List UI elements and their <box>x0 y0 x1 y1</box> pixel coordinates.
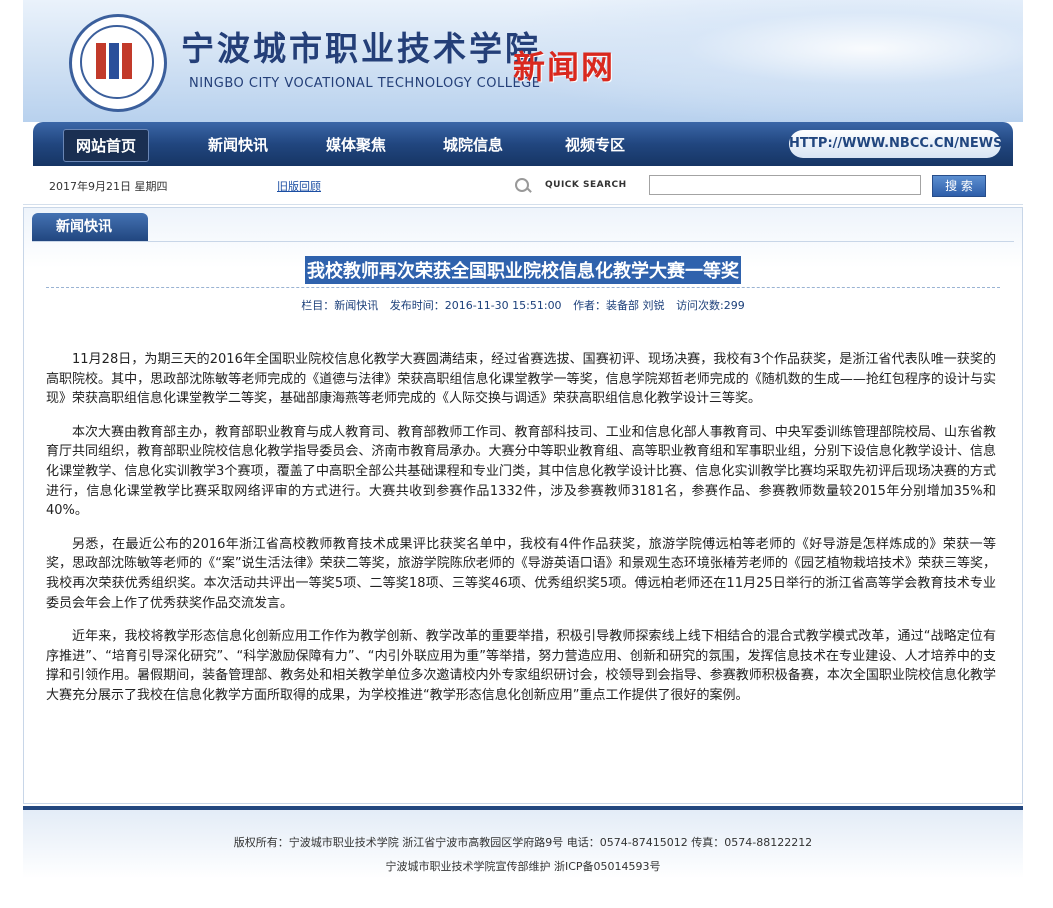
school-name-en: NINGBO CITY VOCATIONAL TECHNOLOGY COLLEG… <box>189 76 541 91</box>
school-name-cn: 宁波城市职业技术学院 <box>181 29 541 68</box>
panel-divider <box>32 241 1014 242</box>
quick-search-label: QUICK SEARCH <box>545 180 627 190</box>
title-divider <box>46 287 1000 288</box>
search-input[interactable] <box>649 175 921 195</box>
meta-published: 发布时间：2016-11-30 15:51:00 <box>389 299 562 312</box>
article-title-row: 我校教师再次荣获全国职业院校信息化教学大赛一等奖 <box>24 256 1022 284</box>
article-meta: 栏目：新闻快讯 发布时间：2016-11-30 15:51:00 作者：装备部 … <box>24 297 1022 313</box>
footer-maintainer: 宁波城市职业技术学院宣传部维护 浙ICP备05014593号 <box>385 860 661 873</box>
meta-column: 栏目：新闻快讯 <box>301 299 379 312</box>
nav-video-zone[interactable]: 视频专区 <box>565 134 625 155</box>
meta-views: 访问次数:299 <box>676 299 745 312</box>
article-title: 我校教师再次荣获全国职业院校信息化教学大赛一等奖 <box>305 256 741 284</box>
nav-campus-info[interactable]: 城院信息 <box>443 134 503 155</box>
article-body: 11月28日，为期三天的2016年全国职业院校信息化教学大赛圆满结束，经过省赛选… <box>46 350 996 720</box>
site-url-badge[interactable]: HTTP://WWW.NBCC.CN/NEWS <box>789 130 1002 158</box>
current-date: 2017年9月21日 星期四 <box>49 180 168 193</box>
meta-author: 作者：装备部 刘锐 <box>573 299 665 312</box>
nav-news-flash[interactable]: 新闻快讯 <box>208 134 268 155</box>
footer: 版权所有：宁波城市职业技术学院 浙江省宁波市高教园区学府路9号 电话：0574-… <box>23 806 1023 908</box>
article-paragraph: 近年来，我校将教学形态信息化创新应用工作作为教学创新、教学改革的重要举措，积极引… <box>46 629 996 703</box>
main-nav: 网站首页 新闻快讯 媒体聚焦 城院信息 视频专区 HTTP://WWW.NBCC… <box>33 122 1013 166</box>
search-icon <box>515 178 529 192</box>
old-version-link[interactable]: 旧版回顾 <box>277 178 321 194</box>
article-paragraph: 本次大赛由教育部主办，教育部职业教育与成人教育司、教育部教师工作司、教育部科技司… <box>46 424 996 519</box>
college-logo <box>69 14 167 112</box>
search-button[interactable]: 搜 索 <box>932 175 986 197</box>
article-paragraph: 11月28日，为期三天的2016年全国职业院校信息化教学大赛圆满结束，经过省赛选… <box>46 352 996 407</box>
nav-media-focus[interactable]: 媒体聚焦 <box>326 134 386 155</box>
footer-copyright: 版权所有：宁波城市职业技术学院 浙江省宁波市高教园区学府路9号 电话：0574-… <box>233 836 813 849</box>
logo-mark-icon <box>96 43 136 79</box>
header-banner: 宁波城市职业技术学院 NINGBO CITY VOCATIONAL TECHNO… <box>23 0 1023 122</box>
site-name: 新闻网 <box>513 48 616 86</box>
toolbar: 2017年9月21日 星期四 旧版回顾 QUICK SEARCH 搜 索 <box>23 166 1023 205</box>
panel-tab-news-flash[interactable]: 新闻快讯 <box>32 213 148 241</box>
content-panel: 新闻快讯 我校教师再次荣获全国职业院校信息化教学大赛一等奖 栏目：新闻快讯 发布… <box>23 207 1023 804</box>
nav-home[interactable]: 网站首页 <box>63 129 150 162</box>
article-paragraph: 另悉，在最近公布的2016年浙江省高校教师教育技术成果评比获奖名单中，我校有4件… <box>46 536 996 611</box>
